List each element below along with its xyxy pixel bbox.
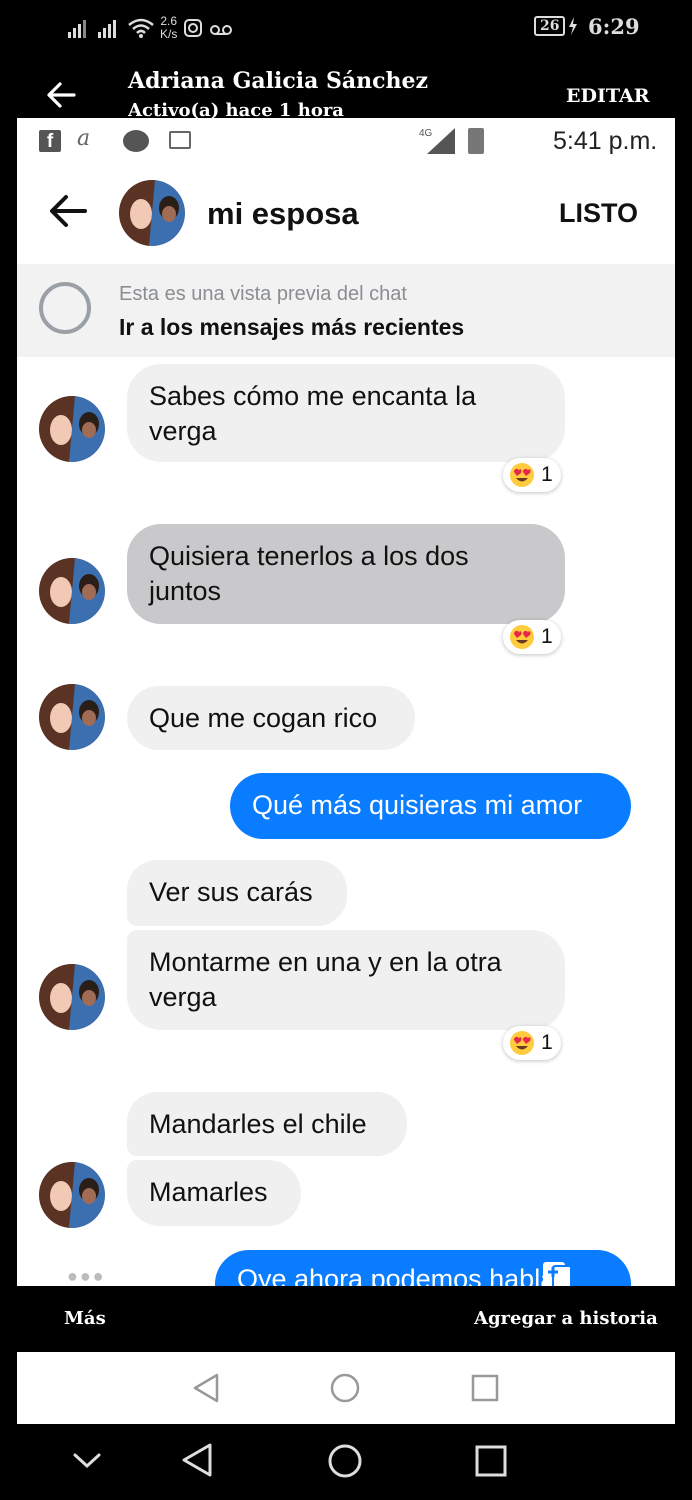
more-button[interactable]: Más [64, 1308, 106, 1329]
network-speed: 2.6 K/s [160, 14, 178, 41]
heart-eyes-emoji-icon [510, 463, 534, 487]
message-bubble[interactable]: Que me cogan rico [127, 686, 415, 750]
signal-icon: 4G [419, 128, 455, 154]
message-text: Montarme en una y en la otra [149, 947, 502, 977]
gallery-icon[interactable] [541, 1260, 575, 1286]
message-text: verga [149, 982, 217, 1012]
message-text: Ver sus carás [149, 877, 313, 907]
status-icons: 2.6 K/s [68, 10, 233, 46]
active-status: Activo(a) hace 1 hora [128, 100, 344, 118]
home-nav-icon [330, 1373, 360, 1403]
back-arrow-icon[interactable] [44, 78, 78, 112]
done-button[interactable]: LISTO [559, 198, 638, 229]
status-bar: 2.6 K/s 26 6:29 [0, 0, 692, 56]
reaction-badge[interactable]: 1 [503, 620, 561, 654]
message-text: Quisiera tenerlos a los dos [149, 541, 469, 571]
preview-link[interactable]: Ir a los mensajes más recientes [119, 314, 464, 341]
facebook-icon: f [39, 130, 61, 152]
back-nav-icon [193, 1373, 219, 1403]
reaction-badge[interactable]: 1 [503, 458, 561, 492]
outgoing-message-bubble[interactable]: Qué más quisieras mi amor [230, 773, 631, 839]
heart-eyes-emoji-icon [510, 625, 534, 649]
signal-icon [68, 20, 86, 38]
clock: 6:29 [588, 14, 640, 39]
instagram-icon [184, 19, 203, 37]
message-text: juntos [149, 576, 222, 606]
signal-icon [98, 20, 116, 38]
back-arrow-icon[interactable] [45, 188, 91, 234]
message-text: Sabes cómo me encanta la [149, 381, 477, 411]
battery-icon: 26 [534, 16, 566, 36]
conversation-title: mi esposa [207, 196, 359, 231]
message-bubble[interactable]: Ver sus carás [127, 860, 347, 926]
inner-status-bar: f a 4G 5:41 p.m. [17, 118, 675, 164]
message-bubble[interactable]: Sabes cómo me encanta la verga [127, 364, 565, 462]
avatar[interactable] [119, 180, 185, 246]
shared-screenshot: f a 4G 5:41 p.m. mi esposa LISTO Esta es… [17, 118, 675, 1286]
message-text: Mandarles el chile [149, 1109, 367, 1139]
app-icon: a [77, 126, 91, 151]
back-nav-icon[interactable] [180, 1442, 214, 1478]
image-icon [169, 131, 191, 149]
system-nav-bar [0, 1424, 692, 1500]
message-bubble[interactable]: Mamarles [127, 1160, 301, 1226]
message-text: Mamarles [149, 1177, 268, 1207]
battery-indicator: 26 [534, 16, 578, 36]
recents-nav-icon [471, 1374, 499, 1402]
inner-clock: 5:41 p.m. [553, 127, 658, 155]
story-author-name: Adriana Galicia Sánchez [128, 68, 429, 94]
battery-icon [468, 128, 484, 154]
avatar [39, 396, 105, 462]
message-bubble[interactable]: Quisiera tenerlos a los dos juntos [127, 524, 565, 624]
chat-bubble-icon [39, 282, 91, 334]
reaction-badge[interactable]: 1 [503, 1026, 561, 1060]
message-text: verga [149, 416, 217, 446]
message-text: Qué más quisieras mi amor [252, 790, 583, 820]
preview-notice: Esta es una vista previa del chat [119, 283, 407, 305]
wifi-icon [128, 18, 154, 38]
avatar [39, 684, 105, 750]
avatar [39, 1162, 105, 1228]
preview-banner[interactable] [17, 264, 675, 357]
message-text: Que me cogan rico [149, 703, 378, 733]
recents-nav-icon[interactable] [474, 1444, 508, 1478]
more-dots-icon: ●●● [67, 1266, 106, 1286]
chevron-down-icon[interactable] [72, 1450, 102, 1470]
charging-icon [569, 17, 578, 35]
message-bubble[interactable]: Mandarles el chile [127, 1092, 407, 1156]
voicemail-icon [210, 25, 233, 35]
message-bubble[interactable]: Montarme en una y en la otra verga [127, 930, 565, 1030]
add-to-story-button[interactable]: Agregar a historia [474, 1308, 658, 1329]
messenger-icon [123, 130, 149, 152]
message-text: Oye ahora podemos hablar [237, 1264, 565, 1286]
inner-nav-bar [17, 1352, 675, 1424]
avatar [39, 964, 105, 1030]
home-nav-icon[interactable] [326, 1442, 364, 1480]
avatar [39, 558, 105, 624]
heart-eyes-emoji-icon [510, 1031, 534, 1055]
svg-text:4G: 4G [419, 128, 433, 139]
edit-button[interactable]: EDITAR [566, 85, 649, 107]
